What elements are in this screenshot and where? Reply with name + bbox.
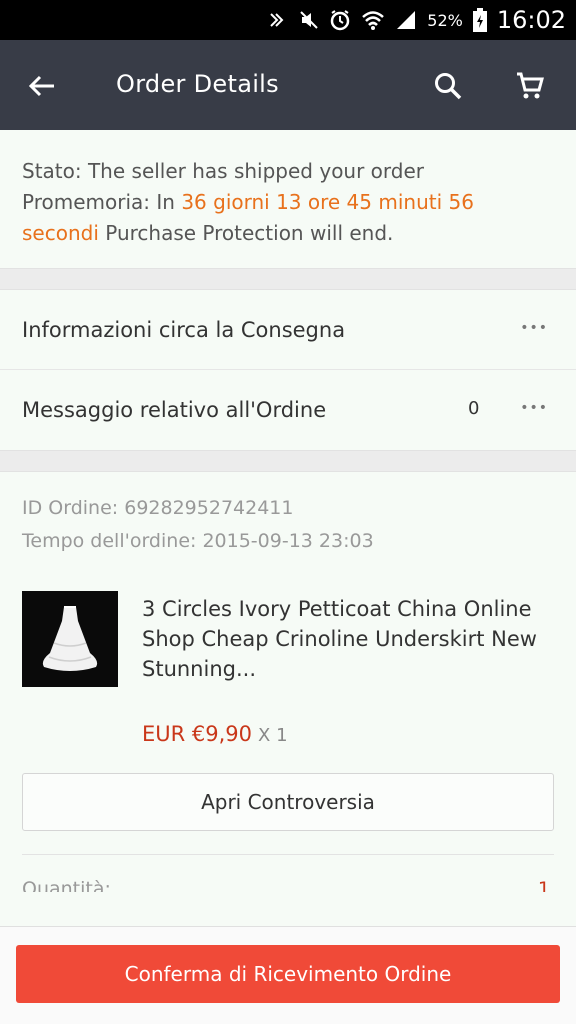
nfc-icon [269,11,289,29]
search-icon [435,73,462,100]
open-dispute-button[interactable]: Apri Controversia [22,773,554,831]
quantity-row: Quantità: 1 [0,870,576,892]
reminder-prefix: In [156,190,175,214]
order-id-label: ID Ordine: [22,497,119,519]
order-status-line: Stato: The seller has shipped your order [22,156,554,187]
order-status-panel: Stato: The seller has shipped your order… [0,130,576,268]
wifi-icon [361,9,385,31]
protection-countdown: 36 giorni 13 ore 45 minuti 56 [181,190,474,214]
alarm-icon [329,9,351,31]
order-time-value: 2015-09-13 23:03 [202,530,374,552]
cart-button[interactable] [508,64,552,108]
back-button[interactable] [20,64,64,108]
product-title[interactable]: 3 Circles Ivory Petticoat China Online S… [142,594,552,684]
delivery-info-label: Informazioni circa la Consegna [22,317,346,342]
status-bar: 52% 16:02 [0,0,576,40]
section-divider [0,450,576,472]
mute-icon [299,10,319,30]
more-icon: ••• [520,320,548,336]
order-panel: ID Ordine: 69282952742411 Tempo dell'ord… [0,472,576,926]
status-label: Stato: [22,159,82,183]
order-time-label: Tempo dell'ordine: [22,530,197,552]
reminder-suffix: Purchase Protection will end. [105,221,394,245]
clock: 16:02 [496,6,566,34]
app-bar: Order Details [0,40,576,130]
order-meta: ID Ordine: 69282952742411 Tempo dell'ord… [22,492,374,558]
product-price: EUR €9,90 [142,722,253,746]
battery-charging-icon [472,8,487,32]
quantity-label: Quantità: [22,878,111,892]
status-icons: 52% 16:02 [269,0,566,40]
more-icon: ••• [520,400,548,416]
status-value: The seller has shipped your order [87,159,425,183]
order-id-value: 69282952742411 [124,497,294,519]
price-line: EUR €9,90 X 1 [142,722,288,746]
battery-percent: 52% [427,10,463,30]
section-divider [0,268,576,290]
confirm-receipt-button[interactable]: Conferma di Ricevimento Ordine [16,945,560,1003]
page-title: Order Details [116,70,279,98]
bottom-action-bar: Conferma di Ricevimento Ordine [0,926,576,1024]
product-image[interactable] [22,591,118,687]
arrow-left-icon [28,75,54,97]
order-message-row[interactable]: Messaggio relativo all'Ordine 0 ••• [0,370,576,450]
protection-countdown-end: secondi [22,221,99,245]
search-button[interactable] [426,64,470,108]
cart-icon [517,72,544,99]
reminder-label: Promemoria: [22,190,151,214]
quantity-value: 1 [537,878,550,892]
divider [22,854,554,855]
product-quantity: X 1 [258,725,288,746]
order-time: Tempo dell'ordine: 2015-09-13 23:03 [22,525,374,558]
reminder-line-2: secondi Purchase Protection will end. [22,218,554,249]
reminder-line: Promemoria: In 36 giorni 13 ore 45 minut… [22,187,554,218]
order-message-label: Messaggio relativo all'Ordine [22,398,327,422]
delivery-info-row[interactable]: Informazioni circa la Consegna ••• [0,290,576,370]
signal-icon [395,9,417,31]
message-count: 0 [468,398,480,419]
order-id: ID Ordine: 69282952742411 [22,492,374,525]
